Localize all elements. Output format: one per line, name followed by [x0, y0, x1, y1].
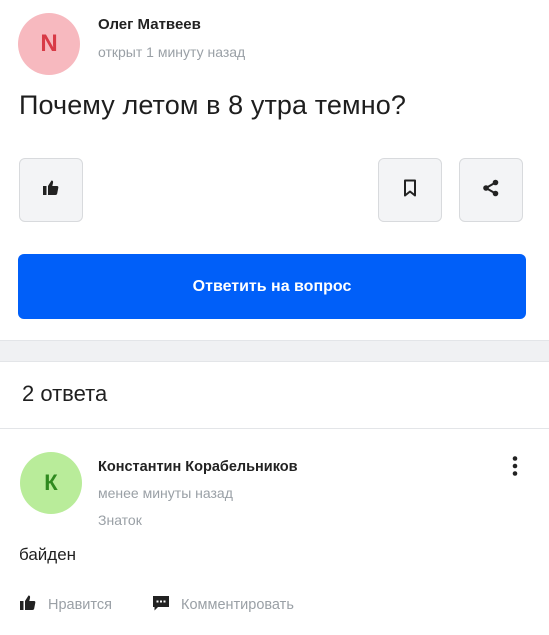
- answers-count: 2 ответа: [22, 381, 108, 406]
- question-author-avatar[interactable]: N: [18, 13, 80, 75]
- answer-question-button[interactable]: Ответить на вопрос: [18, 254, 526, 319]
- answer-comment-button[interactable]: Комментировать: [151, 594, 294, 616]
- thumbs-up-icon: [41, 178, 61, 203]
- section-separator: [0, 340, 549, 362]
- answer-timestamp: менее минуты назад: [98, 485, 233, 501]
- question-title: Почему летом в 8 утра темно?: [19, 90, 406, 120]
- answer-question-label: Ответить на вопрос: [192, 277, 352, 295]
- answer-author-avatar[interactable]: К: [20, 452, 82, 514]
- comment-label: Комментировать: [181, 597, 294, 613]
- comment-icon: [151, 593, 171, 618]
- share-button[interactable]: [459, 158, 523, 222]
- thumbs-up-icon: [18, 593, 38, 618]
- answer-author-name[interactable]: Константин Корабельников: [98, 459, 298, 475]
- question-author-name[interactable]: Олег Матвеев: [98, 16, 201, 33]
- answer-menu-button[interactable]: [503, 454, 527, 482]
- divider: [0, 428, 549, 429]
- question-timestamp: открыт 1 минуту назад: [98, 44, 246, 60]
- avatar-letter: N: [40, 30, 58, 57]
- answer-text: байден: [19, 545, 77, 564]
- like-label: Нравится: [48, 597, 112, 613]
- like-button[interactable]: [19, 158, 83, 222]
- bookmark-icon: [402, 179, 418, 202]
- share-icon: [481, 178, 501, 203]
- answer-author-rank: Знаток: [98, 512, 142, 528]
- more-vertical-icon: [512, 455, 518, 482]
- answer-like-button[interactable]: Нравится: [18, 594, 112, 616]
- bookmark-button[interactable]: [378, 158, 442, 222]
- question-card: N Олег Матвеев открыт 1 минуту назад Поч…: [0, 0, 549, 340]
- avatar-letter: К: [44, 470, 58, 495]
